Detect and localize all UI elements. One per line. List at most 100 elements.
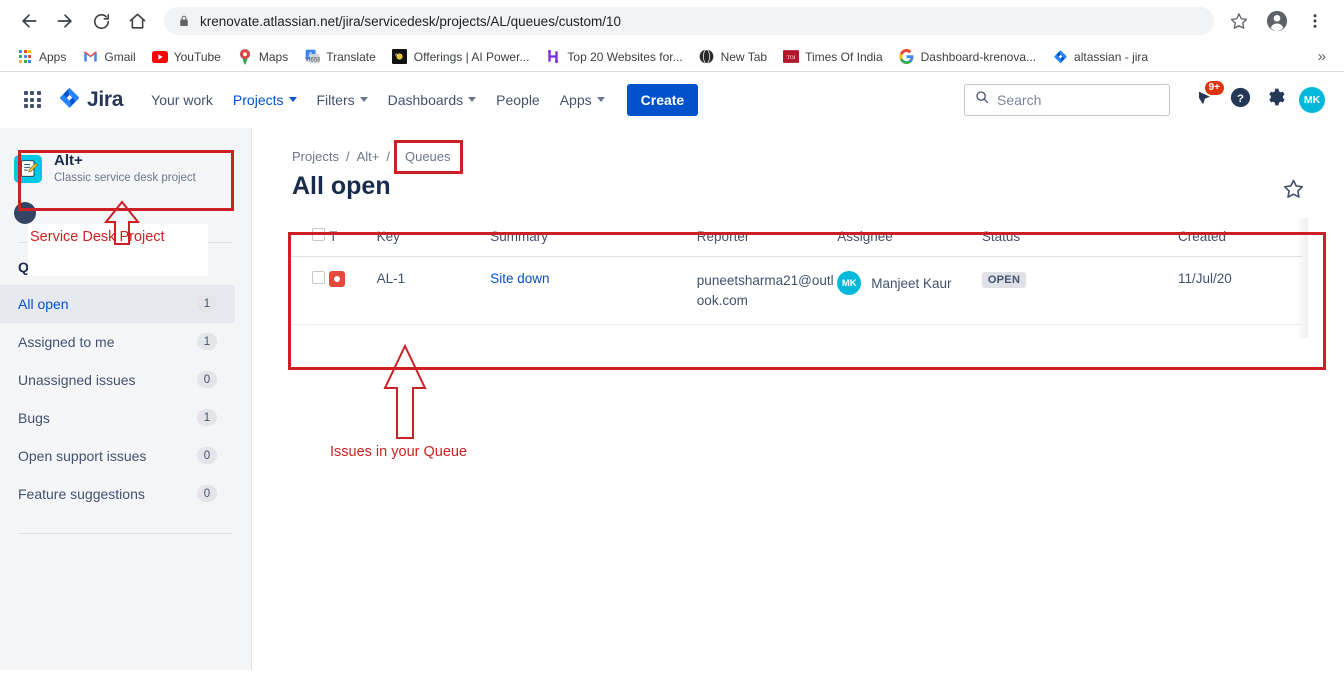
nav-your-work[interactable]: Your work [141, 84, 223, 116]
bookmark-star-icon[interactable] [1222, 4, 1256, 38]
project-avatar-icon [14, 154, 42, 183]
help-icon: ? [1230, 87, 1251, 113]
breadcrumb-projects[interactable]: Projects [292, 149, 339, 164]
bug-icon [329, 271, 346, 287]
bookmark-label: Dashboard-krenova... [920, 49, 1037, 64]
app-switcher-button[interactable] [16, 84, 48, 116]
youtube-icon [151, 49, 168, 65]
nav-label: Apps [559, 91, 592, 108]
account-button[interactable]: MK [1296, 84, 1328, 116]
omnibox-row: krenovate.atlassian.net/jira/servicedesk… [0, 0, 1344, 42]
chevron-down-icon [596, 97, 605, 102]
bookmark-label: Maps [258, 49, 289, 64]
header-key[interactable]: Key [376, 218, 491, 257]
row-checkbox[interactable] [312, 271, 325, 284]
sidebar-item-unassigned-issues[interactable]: Unassigned issues 0 [0, 361, 235, 399]
sidebar-item-bugs[interactable]: Bugs 1 [0, 399, 235, 437]
project-type: Classic service desk project [54, 171, 196, 184]
svg-text:TOI: TOI [787, 55, 796, 61]
cell-key[interactable]: AL-1 [376, 256, 491, 326]
sidebar-item-feature-suggestions[interactable]: Feature suggestions 0 [0, 475, 235, 513]
table-row[interactable]: AL-1 Site down puneetsharma21@outlook.co… [292, 256, 1302, 326]
nav-label: Your work [151, 91, 213, 108]
times-of-india-icon: TOI [783, 49, 800, 65]
sidebar-item-open-support-issues[interactable]: Open support issues 0 [0, 437, 235, 475]
bookmark-gmail[interactable]: Gmail [75, 46, 142, 68]
address-bar[interactable]: krenovate.atlassian.net/jira/servicedesk… [164, 7, 1214, 35]
forward-button[interactable] [48, 4, 82, 38]
sidebar-item-all-open[interactable]: All open 1 [0, 284, 235, 323]
page-title-row: All open [292, 172, 1322, 204]
bookmark-youtube[interactable]: YouTube [145, 46, 228, 68]
omnibox-actions [1222, 4, 1332, 38]
header-created[interactable]: Created [1178, 218, 1302, 257]
select-all-checkbox[interactable] [312, 228, 325, 241]
queue-count: 1 [197, 409, 217, 427]
cell-type [329, 256, 377, 326]
bookmark-label: Apps [39, 49, 67, 64]
project-header[interactable]: Alt+ Classic service desk project [0, 142, 251, 196]
header-assignee[interactable]: Assignee [837, 218, 982, 257]
nav-projects[interactable]: Projects [223, 84, 307, 116]
bookmark-label: Gmail [104, 49, 136, 64]
nav-dashboards[interactable]: Dashboards [378, 84, 487, 116]
header-status[interactable]: Status [981, 218, 1179, 257]
header-reporter[interactable]: Reporter [696, 218, 838, 257]
breadcrumb: Projects / Alt+ / Queues [292, 139, 1322, 174]
home-button[interactable] [120, 4, 154, 38]
chrome-menu-icon[interactable] [1298, 4, 1332, 38]
issue-summary-link[interactable]: Site down [490, 271, 549, 286]
annotation-issues-in-your-queue-label: Issues in your Queue [330, 444, 468, 460]
table-header-row: T Key Summary Reporter Assignee Status C… [292, 218, 1302, 257]
search-placeholder: Search [997, 91, 1042, 108]
nav-filters[interactable]: Filters [307, 84, 378, 116]
app-body: Alt+ Classic service desk project Queues… [0, 128, 1344, 670]
nav-label: Dashboards [387, 91, 464, 108]
bookmark-apps[interactable]: Apps [10, 46, 73, 68]
breadcrumb-queues[interactable]: Queues [394, 139, 463, 174]
notifications-button[interactable]: 9+ [1188, 80, 1224, 116]
header-summary[interactable]: Summary [490, 218, 697, 257]
reload-button[interactable] [84, 4, 118, 38]
annotation-service-desk-project-label: Service Desk Project [30, 229, 165, 245]
bookmark-label: Times Of India [805, 49, 883, 64]
header-select-all[interactable] [292, 218, 330, 257]
nav-label: People [496, 91, 540, 108]
bookmark-times-of-india[interactable]: TOI Times Of India [776, 46, 890, 68]
back-button[interactable] [12, 4, 46, 38]
bookmarks-overflow-button[interactable]: » [1310, 46, 1334, 67]
profile-avatar-icon[interactable] [1260, 4, 1294, 38]
search-input[interactable]: Search [964, 83, 1170, 116]
create-button[interactable]: Create [626, 83, 699, 116]
avatar: MK [1299, 86, 1325, 113]
sidebar-item-assigned-to-me[interactable]: Assigned to me 1 [0, 323, 235, 361]
bookmark-dashboard-krenovate[interactable]: Dashboard-krenova... [892, 46, 1043, 68]
nav-people[interactable]: People [486, 84, 550, 116]
assignee-name: Manjeet Kaur [871, 275, 952, 291]
queue-count: 1 [197, 295, 217, 313]
cell-select[interactable] [292, 256, 330, 326]
bookmark-top20[interactable]: Top 20 Websites for... [538, 46, 689, 68]
bookmark-label: altassian - jira [1074, 49, 1149, 64]
bookmark-atlassian-jira[interactable]: altassian - jira [1045, 46, 1155, 68]
jira-wordmark: Jira [87, 87, 124, 111]
bookmark-new-tab[interactable]: New Tab [692, 46, 774, 68]
star-icon[interactable] [1283, 178, 1304, 204]
settings-button[interactable] [1260, 84, 1292, 116]
breadcrumb-project[interactable]: Alt+ [357, 149, 380, 164]
bookmark-offerings[interactable]: A Offerings | AI Power... [385, 46, 537, 68]
queue-label: All open [18, 295, 69, 312]
bookmark-maps[interactable]: Maps [230, 46, 295, 68]
bookmark-label: New Tab [720, 49, 768, 64]
bookmark-translate[interactable]: A\u6587 Translate [297, 46, 383, 68]
issues-table-wrapper: T Key Summary Reporter Assignee Status C… [292, 218, 1322, 338]
project-name: Alt+ [54, 152, 83, 169]
jira-logo[interactable]: Jira [58, 86, 123, 114]
queue-label: Open support issues [18, 447, 147, 464]
sidebar-divider-bottom [18, 532, 233, 534]
issues-table: T Key Summary Reporter Assignee Status C… [292, 218, 1302, 326]
header-type[interactable]: T [329, 218, 377, 257]
bookmark-label: Top 20 Websites for... [567, 49, 683, 64]
help-button[interactable]: ? [1224, 84, 1256, 116]
nav-apps[interactable]: Apps [550, 84, 615, 116]
